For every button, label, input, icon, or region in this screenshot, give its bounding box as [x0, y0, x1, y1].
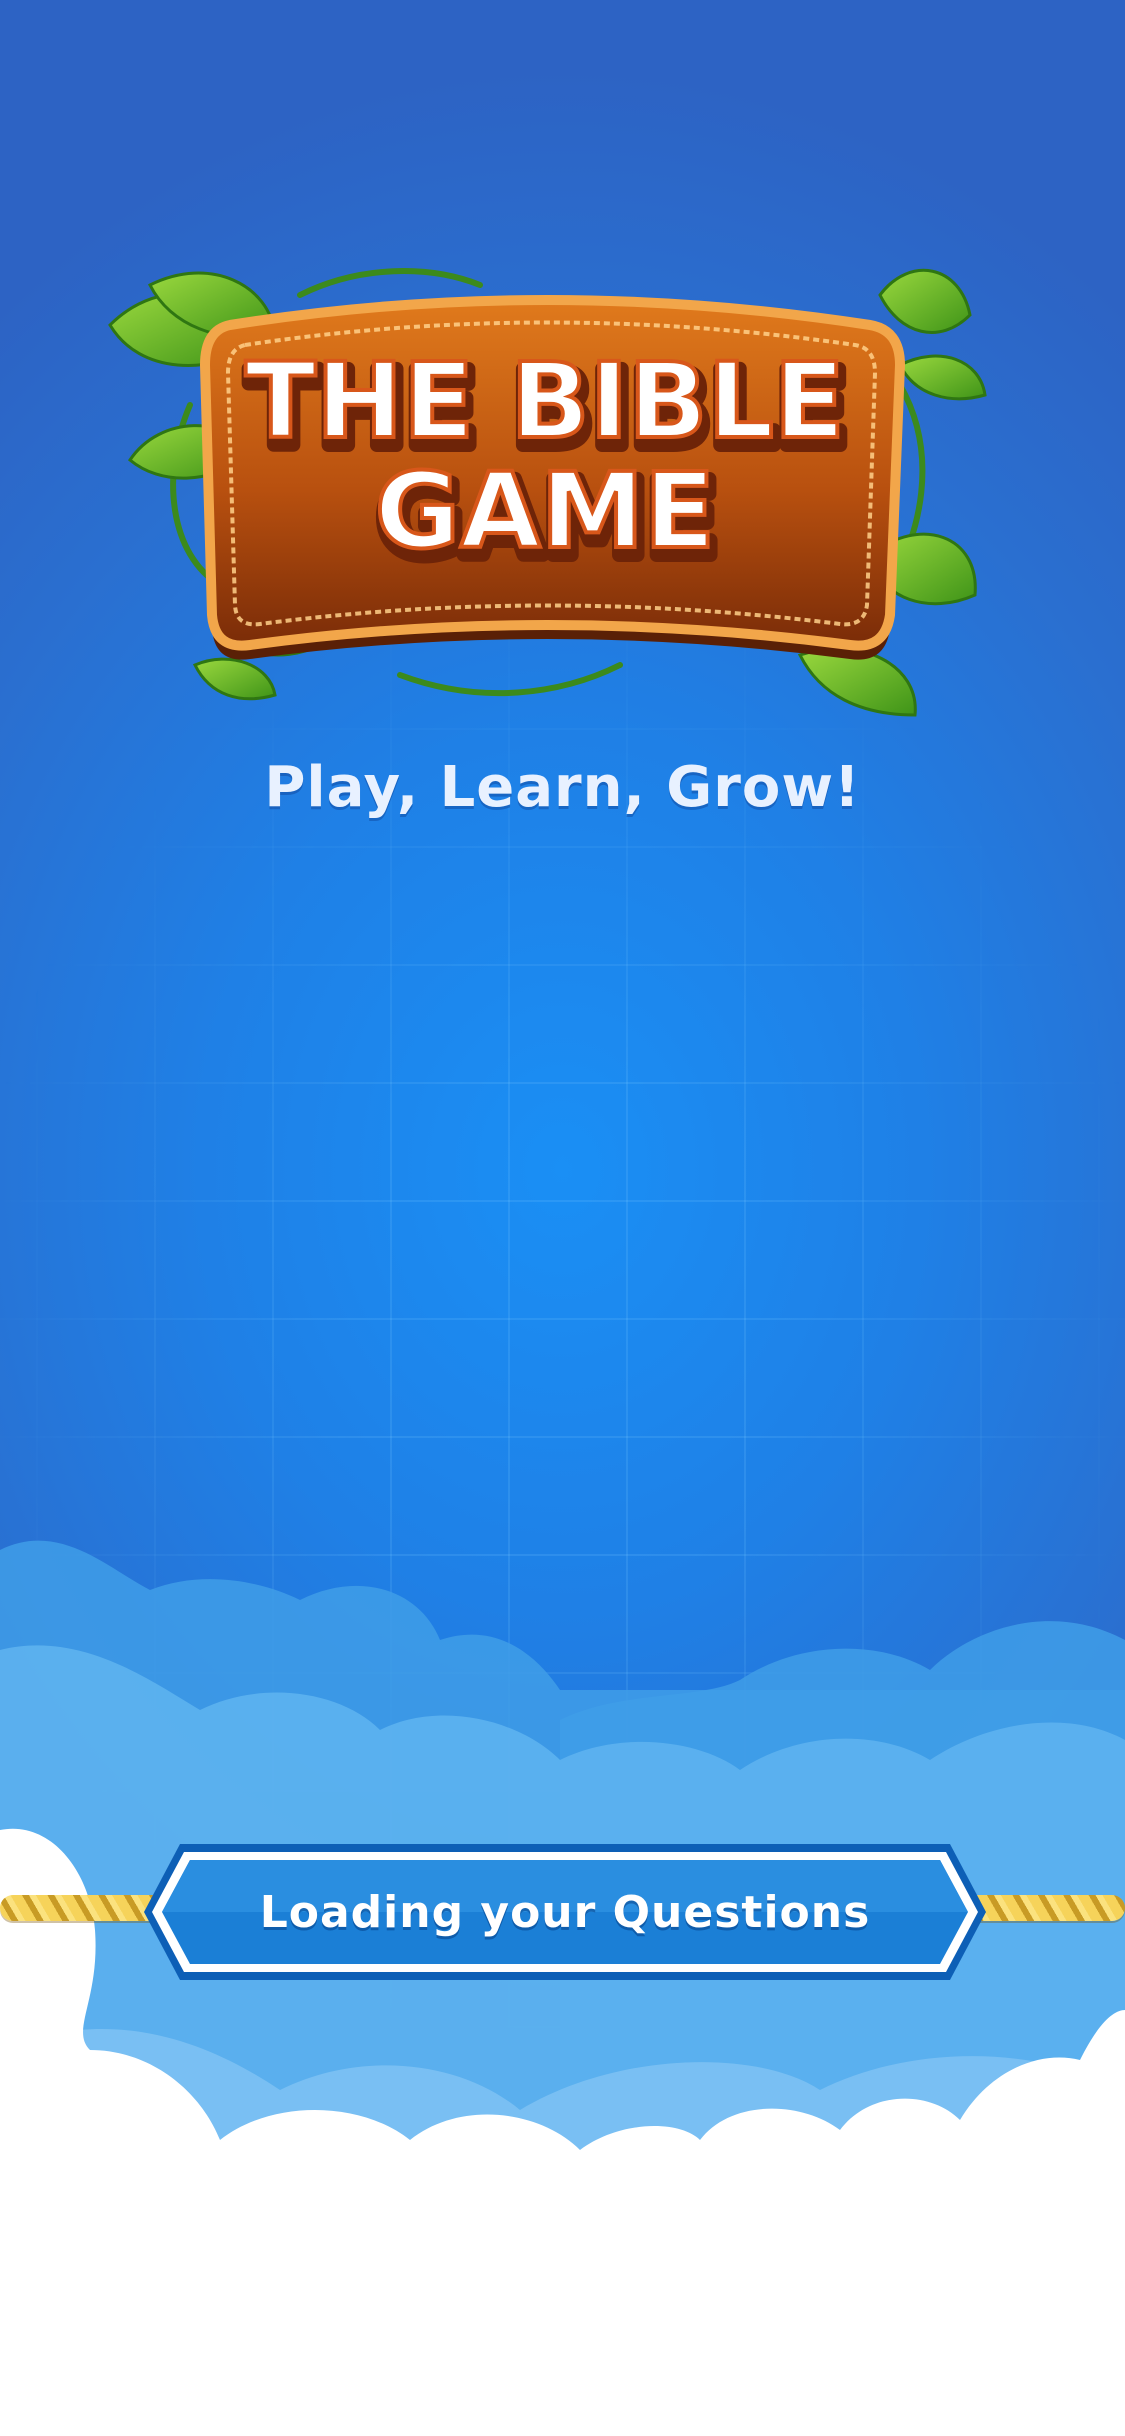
tagline: Play, Learn, Grow!	[264, 755, 861, 820]
loading-screen: THE BIBLE THE BIBLE GAME GAME Play, Lear…	[0, 0, 1125, 2436]
loading-banner: Loading your Questions	[140, 1838, 990, 1986]
logo-title-line2: GAME	[375, 450, 715, 572]
loading-label: Loading your Questions	[259, 1886, 871, 1938]
game-logo: THE BIBLE THE BIBLE GAME GAME	[108, 268, 987, 717]
logo-title-line1: THE BIBLE	[245, 340, 845, 462]
